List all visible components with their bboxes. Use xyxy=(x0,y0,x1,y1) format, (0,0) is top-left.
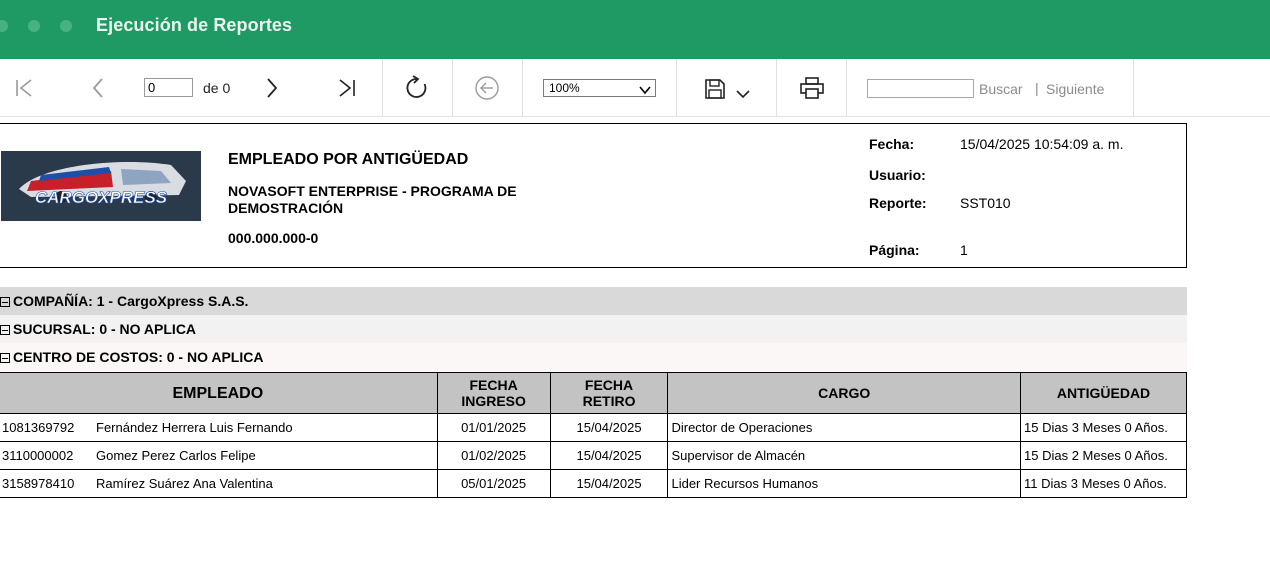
cell-cargo: Director de Operaciones xyxy=(667,413,1022,442)
toolbar-divider xyxy=(522,59,523,116)
collapse-icon[interactable] xyxy=(0,353,10,363)
cell-antiguedad: 15 Dias 2 Meses 0 Años. xyxy=(1020,441,1187,470)
fecha-label: Fecha: xyxy=(869,136,915,152)
window-dot-maximize[interactable] xyxy=(60,20,72,32)
col-empleado: EMPLEADO xyxy=(0,372,438,414)
logo-wordmark: CARGOXPRESS xyxy=(35,188,168,207)
table-header-row: EMPLEADO FECHA INGRESO FECHA RETIRO CARGO … xyxy=(0,372,1187,414)
cell-antiguedad: 15 Dias 3 Meses 0 Años. xyxy=(1020,413,1187,442)
toolbar-divider xyxy=(452,59,453,116)
toolbar-divider xyxy=(1133,59,1134,116)
window-dot-minimize[interactable] xyxy=(28,20,40,32)
toolbar-divider xyxy=(776,59,777,116)
toolbar-divider xyxy=(846,59,847,116)
col-cargo: CARGO xyxy=(667,372,1022,414)
cell-fecha-ingreso: 01/01/2025 xyxy=(436,413,551,442)
cell-fecha-ingreso: 01/02/2025 xyxy=(436,441,551,470)
previous-page-icon[interactable] xyxy=(86,76,110,100)
company-logo: CARGOXPRESS xyxy=(1,151,201,221)
title-bar: Ejecución de Reportes xyxy=(0,0,1270,59)
chevron-down-icon xyxy=(639,83,651,99)
col-fecha-ingreso: FECHA INGRESO xyxy=(436,372,551,414)
refresh-icon[interactable] xyxy=(403,74,431,102)
next-page-icon[interactable] xyxy=(260,76,284,100)
pagina-value: 1 xyxy=(960,242,968,258)
link-separator: | xyxy=(1035,80,1039,96)
cell-fecha-retiro: 15/04/2025 xyxy=(549,441,669,470)
cell-antiguedad: 11 Dias 3 Meses 0 Años. xyxy=(1020,469,1187,498)
group-compania[interactable]: COMPAÑÍA: 1 - CargoXpress S.A.S. xyxy=(0,287,1187,315)
group-sucursal-label: SUCURSAL: 0 - NO APLICA xyxy=(13,321,197,337)
group-centro-label: CENTRO DE COSTOS: 0 - NO APLICA xyxy=(13,349,264,365)
zoom-value: 100% xyxy=(549,81,580,95)
group-compania-label: COMPAÑÍA: 1 - CargoXpress S.A.S. xyxy=(13,293,249,309)
pagina-label: Página: xyxy=(869,242,920,258)
page-of-label: de 0 xyxy=(203,80,231,96)
report-company: NOVASOFT ENTERPRISE - PROGRAMA DE DEMOST… xyxy=(228,183,517,216)
collapse-icon[interactable] xyxy=(0,297,10,307)
table-row: 3110000002 Gomez Perez Carlos Felipe 01/0… xyxy=(0,441,1187,470)
save-icon[interactable] xyxy=(703,77,727,101)
reporte-label: Reporte: xyxy=(869,195,927,211)
cell-empleado: 3110000002 Gomez Perez Carlos Felipe xyxy=(0,441,438,470)
cell-fecha-ingreso: 05/01/2025 xyxy=(436,469,551,498)
table-row: 1081369792 Fernández Herrera Luis Fernand… xyxy=(0,413,1187,442)
cell-cargo: Lider Recursos Humanos xyxy=(667,469,1022,498)
usuario-label: Usuario: xyxy=(869,167,926,183)
cell-fecha-retiro: 15/04/2025 xyxy=(549,413,669,442)
print-icon[interactable] xyxy=(798,75,826,101)
first-page-icon[interactable] xyxy=(12,76,36,100)
next-match-link[interactable]: Siguiente xyxy=(1046,81,1104,97)
collapse-icon[interactable] xyxy=(0,325,10,335)
chevron-down-icon[interactable] xyxy=(735,87,751,101)
col-antiguedad: ANTIGÜEDAD xyxy=(1020,372,1187,414)
employee-table: EMPLEADO FECHA INGRESO FECHA RETIRO CARGO … xyxy=(0,372,1187,498)
report-title: EMPLEADO POR ANTIGÜEDAD xyxy=(228,151,469,168)
col-fecha-retiro: FECHA RETIRO xyxy=(549,372,669,414)
fecha-value: 15/04/2025 10:54:09 a. m. xyxy=(960,136,1124,152)
table-row: 3158978410 Ramírez Suárez Ana Valentina 0… xyxy=(0,469,1187,498)
reporte-value: SST010 xyxy=(960,195,1011,211)
window-dot-close[interactable] xyxy=(0,20,8,32)
search-link[interactable]: Buscar xyxy=(979,81,1023,97)
toolbar-divider xyxy=(382,59,383,116)
zoom-select[interactable]: 100% xyxy=(543,79,656,97)
report-nit: 000.000.000-0 xyxy=(228,230,319,246)
search-input[interactable] xyxy=(867,79,974,98)
cell-fecha-retiro: 15/04/2025 xyxy=(549,469,669,498)
toolbar-divider xyxy=(676,59,677,116)
back-icon[interactable] xyxy=(474,75,500,101)
last-page-icon[interactable] xyxy=(335,76,359,100)
cell-empleado: 1081369792 Fernández Herrera Luis Fernand… xyxy=(0,413,438,442)
group-sucursal[interactable]: SUCURSAL: 0 - NO APLICA xyxy=(0,315,1187,343)
report-toolbar: de 0 100% Buscar | Siguiente xyxy=(0,59,1270,117)
cell-empleado: 3158978410 Ramírez Suárez Ana Valentina xyxy=(0,469,438,498)
group-centro-costos[interactable]: CENTRO DE COSTOS: 0 - NO APLICA xyxy=(0,343,1187,371)
page-number-input[interactable] xyxy=(144,78,193,97)
window-title: Ejecución de Reportes xyxy=(96,15,293,35)
cell-cargo: Supervisor de Almacén xyxy=(667,441,1022,470)
